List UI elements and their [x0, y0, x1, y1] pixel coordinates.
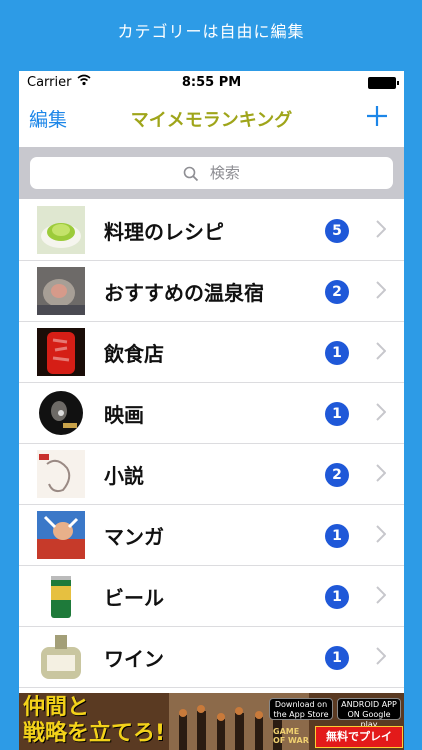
list-item[interactable]: 飲食店 1	[19, 322, 404, 383]
search-icon	[183, 166, 199, 181]
promo-caption: カテゴリーは自由に編集	[117, 22, 305, 41]
app-store-badge[interactable]: Download on the App Store	[269, 698, 333, 720]
ad-headline-line-1: 仲間と	[23, 695, 90, 720]
list-item-label: ワイン	[104, 647, 164, 671]
count-badge: 2	[325, 463, 349, 487]
status-bar: Carrier 8:55 PM	[19, 71, 404, 93]
count-badge: 1	[325, 585, 349, 609]
list-item-label: 料理のレシピ	[104, 220, 224, 244]
list-item[interactable]: マンガ 1	[19, 505, 404, 566]
battery-icon	[368, 77, 399, 89]
navigation-bar: 編集 マイメモランキング	[19, 93, 404, 147]
wine-bottle-photo	[37, 633, 85, 681]
google-play-badge[interactable]: ANDROID APP ON Google play	[337, 698, 401, 729]
plus-icon	[367, 106, 387, 126]
chevron-right-icon	[376, 403, 387, 425]
add-button[interactable]	[366, 99, 388, 133]
category-list: 料理のレシピ 5 おすすめの温泉宿 2 飲食店 1 映画 1 小説 2 マンガ …	[19, 200, 404, 688]
ad-game-logo: GAME OF WAR	[273, 727, 309, 745]
ad-play-button[interactable]: 無料でプレイ	[315, 726, 403, 748]
chevron-right-icon	[376, 464, 387, 486]
list-item[interactable]: 映画 1	[19, 383, 404, 444]
list-item-label: マンガ	[104, 525, 164, 549]
count-badge: 1	[325, 341, 349, 365]
ad-headline: 仲間と 戦略を立てろ!	[23, 695, 165, 747]
chevron-right-icon	[376, 220, 387, 242]
book-cover-photo	[37, 450, 85, 498]
count-badge: 1	[325, 402, 349, 426]
phone-screen: Carrier 8:55 PM 編集 マイメモランキング 検索 料理のレシピ 5	[19, 71, 404, 750]
search-bar: 検索	[19, 147, 404, 199]
food-photo	[37, 206, 85, 254]
list-item[interactable]: ワイン 1	[19, 627, 404, 688]
chevron-right-icon	[376, 525, 387, 547]
list-item[interactable]: おすすめの温泉宿 2	[19, 261, 404, 322]
list-item-label: おすすめの温泉宿	[104, 281, 264, 305]
list-item[interactable]: 小説 2	[19, 444, 404, 505]
film-disc-photo	[37, 389, 85, 437]
count-badge: 1	[325, 524, 349, 548]
page-title: マイメモランキング	[130, 110, 293, 131]
lantern-photo	[37, 328, 85, 376]
list-item-label: 映画	[104, 403, 144, 427]
chevron-right-icon	[376, 342, 387, 364]
search-placeholder: 検索	[209, 164, 240, 182]
list-item[interactable]: 料理のレシピ 5	[19, 200, 404, 261]
beer-can-photo	[37, 572, 85, 620]
monkey-photo	[37, 267, 85, 315]
list-item-label: ビール	[104, 586, 164, 610]
count-badge: 5	[325, 219, 349, 243]
status-time: 8:55 PM	[181, 75, 242, 90]
manga-photo	[37, 511, 85, 559]
ad-banner[interactable]: 仲間と 戦略を立てろ! Download on the App Store AN…	[19, 693, 404, 750]
ad-headline-line-2: 戦略を立てろ!	[23, 721, 166, 746]
chevron-right-icon	[376, 647, 387, 669]
list-item[interactable]: ビール 1	[19, 566, 404, 627]
list-item-label: 小説	[104, 464, 144, 488]
chevron-right-icon	[376, 586, 387, 608]
list-item-label: 飲食店	[104, 342, 164, 366]
count-badge: 1	[325, 646, 349, 670]
chevron-right-icon	[376, 281, 387, 303]
search-input[interactable]: 検索	[30, 157, 393, 189]
count-badge: 2	[325, 280, 349, 304]
